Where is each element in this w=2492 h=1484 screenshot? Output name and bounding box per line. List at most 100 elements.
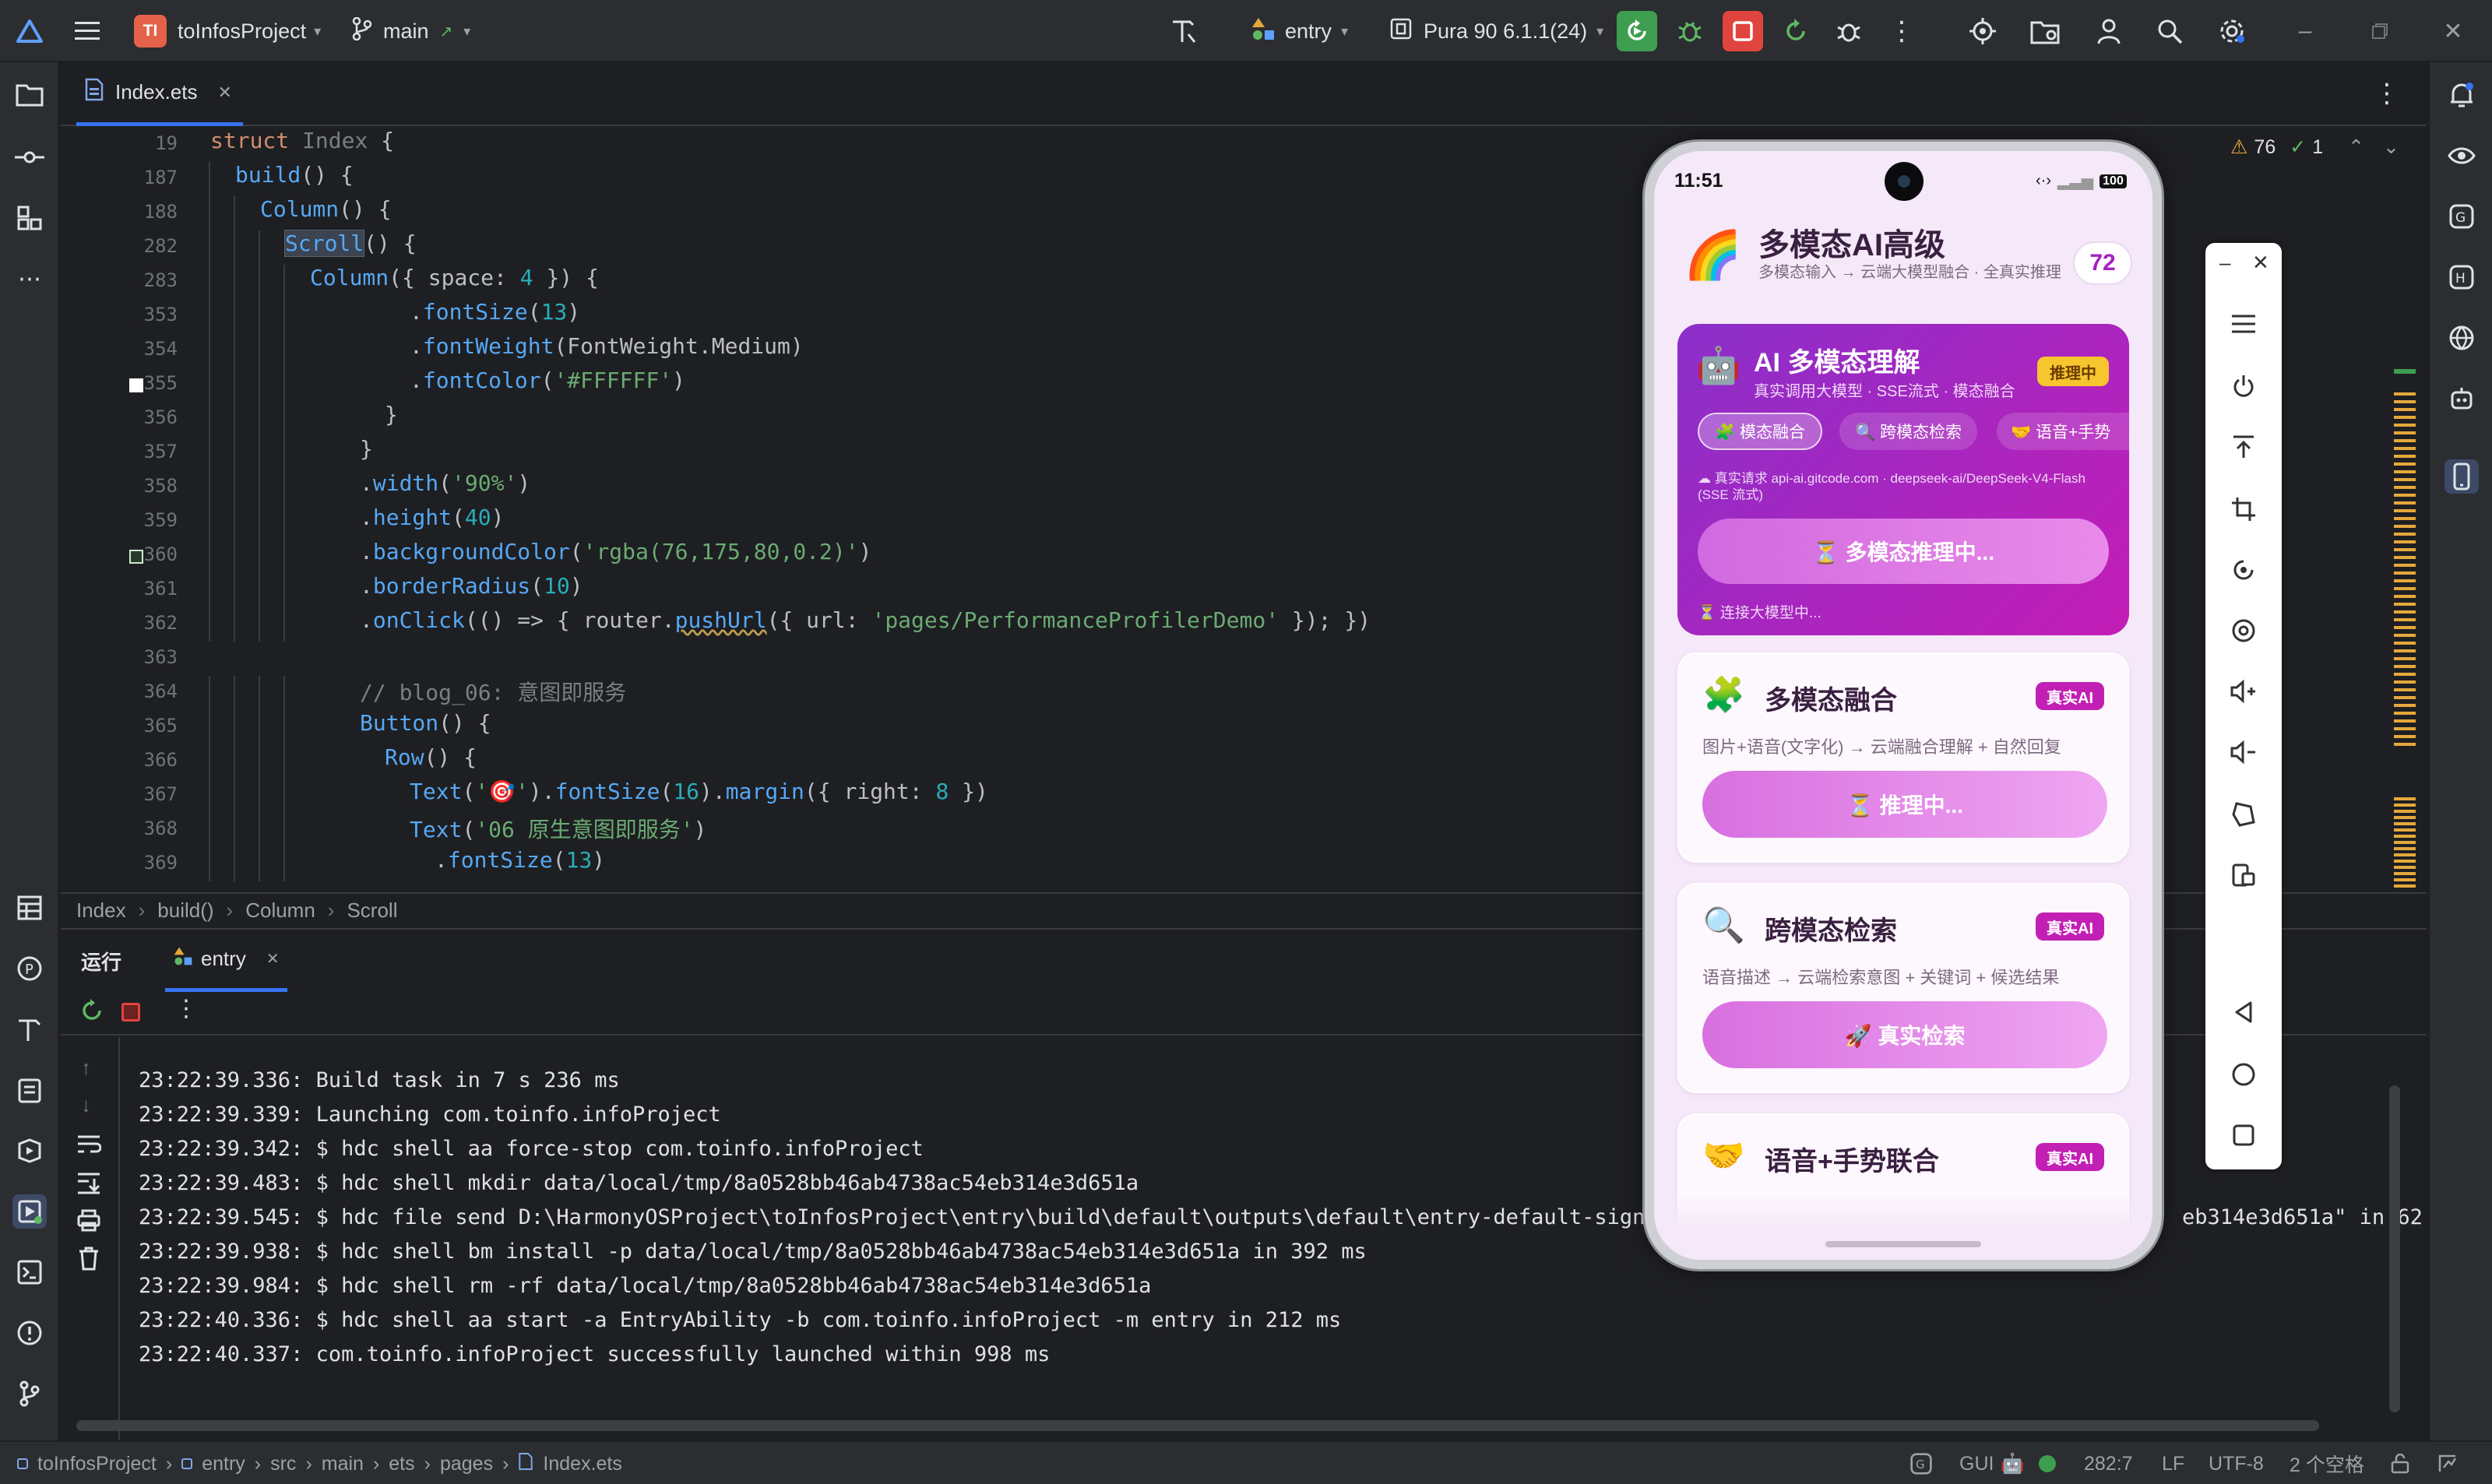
close-tab-icon[interactable]: ✕ bbox=[266, 949, 280, 969]
close-icon[interactable]: ✕ bbox=[2252, 251, 2269, 275]
minimize-window-icon[interactable]: – bbox=[2290, 16, 2321, 47]
minimize-icon[interactable]: – bbox=[2219, 251, 2230, 275]
run-tool-icon[interactable] bbox=[12, 1194, 47, 1229]
services-icon[interactable] bbox=[12, 1134, 47, 1168]
volume-down-icon[interactable] bbox=[2226, 735, 2261, 769]
caret-position[interactable]: 282:7 bbox=[2084, 1442, 2133, 1484]
chip-modal-fusion[interactable]: 🧩 模态融合 bbox=[1698, 413, 1822, 450]
path-project[interactable]: toInfosProject bbox=[37, 1453, 157, 1475]
real-search-button[interactable]: 🚀 真实检索 bbox=[1702, 1001, 2107, 1068]
settings-gear-icon[interactable] bbox=[2216, 16, 2247, 47]
console-horizontal-scrollbar[interactable] bbox=[76, 1420, 2319, 1431]
recents-icon[interactable] bbox=[2226, 1118, 2261, 1152]
memory-icon[interactable] bbox=[2437, 1442, 2458, 1484]
attach-debugger-button[interactable] bbox=[1829, 11, 1869, 51]
close-tab-icon[interactable]: ✕ bbox=[218, 83, 232, 103]
fold-icon[interactable] bbox=[2226, 797, 2261, 832]
editor-error-stripe[interactable] bbox=[2394, 369, 2416, 891]
breadcrumb-item-scroll[interactable]: Scroll bbox=[347, 898, 397, 923]
device-selector[interactable]: Pura 90 6.1.1(24) ▾ bbox=[1389, 0, 1603, 62]
codegenie-status-icon[interactable]: G bbox=[1909, 1442, 1933, 1484]
chip-voice-gesture[interactable]: 🤝 语音+手势 bbox=[1997, 413, 2129, 450]
chevron-down-icon[interactable]: ⌄ bbox=[2383, 135, 2399, 159]
chip-cross-modal-search[interactable]: 🔍 跨模态检索 bbox=[1839, 413, 1977, 450]
more-horizontal-icon[interactable]: ⋯ bbox=[12, 262, 47, 296]
apply-changes-button[interactable] bbox=[1776, 11, 1816, 51]
gui-indicator[interactable]: GUI 🤖 bbox=[1959, 1442, 2025, 1484]
path-entry[interactable]: entry bbox=[202, 1453, 245, 1475]
line-separator[interactable]: LF bbox=[2162, 1442, 2184, 1484]
score-badge[interactable]: 72 bbox=[2073, 241, 2132, 285]
breadcrumb-item-column[interactable]: Column bbox=[245, 898, 315, 923]
phone-screen[interactable]: 11:51 ‹·› ▂▃▅ 100 🌈 多模态AI高级 多模态输入 → 云端大模… bbox=[1654, 151, 2152, 1260]
structure-icon[interactable] bbox=[12, 201, 47, 235]
back-icon[interactable] bbox=[2226, 995, 2261, 1029]
menu-icon[interactable] bbox=[2226, 307, 2261, 341]
close-window-icon[interactable]: ✕ bbox=[2437, 16, 2469, 47]
search-icon[interactable] bbox=[2154, 16, 2185, 47]
todo-icon[interactable] bbox=[12, 1073, 47, 1107]
path-main[interactable]: main bbox=[322, 1453, 364, 1475]
rerun-icon[interactable] bbox=[79, 998, 104, 1027]
path-ets[interactable]: ets bbox=[389, 1453, 414, 1475]
rotate-icon[interactable] bbox=[2226, 553, 2261, 587]
rerun-button[interactable] bbox=[1617, 11, 1657, 51]
notifications-bell-icon[interactable] bbox=[2444, 78, 2479, 112]
restore-window-icon[interactable] bbox=[2364, 16, 2395, 47]
inspection-widget[interactable]: ⚠ 76 ✓ 1 ⌃ ⌄ bbox=[2230, 135, 2399, 159]
project-folder-icon[interactable] bbox=[12, 78, 47, 112]
stop-button[interactable] bbox=[1723, 11, 1763, 51]
tab-options-icon[interactable]: ⋮ bbox=[2374, 78, 2400, 109]
harmony-icon[interactable]: H bbox=[2444, 260, 2479, 294]
problems-icon[interactable] bbox=[12, 1316, 47, 1350]
run-config-selector[interactable]: entry ▾ bbox=[1251, 0, 1348, 62]
terminal-icon[interactable] bbox=[12, 1255, 47, 1289]
codegenie-icon[interactable]: G bbox=[2444, 199, 2479, 234]
more-vertical-icon[interactable]: ⋮ bbox=[1886, 16, 1917, 47]
tab-index-ets[interactable]: Index.ets ✕ bbox=[76, 62, 243, 126]
tab-entry[interactable]: entry ✕ bbox=[165, 930, 287, 992]
path-src[interactable]: src bbox=[270, 1453, 296, 1475]
chevron-up-icon[interactable]: ⌃ bbox=[2348, 135, 2364, 159]
locate-icon[interactable] bbox=[1967, 16, 1998, 47]
color-swatch-icon[interactable] bbox=[129, 378, 143, 392]
profiler-icon[interactable]: P bbox=[12, 951, 47, 986]
preview-eye-icon[interactable] bbox=[2444, 139, 2479, 173]
path-pages[interactable]: pages bbox=[440, 1453, 493, 1475]
color-swatch-icon[interactable] bbox=[129, 550, 143, 564]
globe-icon[interactable] bbox=[2444, 321, 2479, 355]
account-icon[interactable] bbox=[2093, 16, 2124, 47]
fusion-inference-button[interactable]: ⏳ 推理中... bbox=[1702, 771, 2107, 838]
app-logo-icon[interactable] bbox=[14, 16, 45, 47]
home-indicator[interactable] bbox=[1825, 1241, 1981, 1247]
table-icon[interactable] bbox=[12, 891, 47, 925]
build-icon[interactable] bbox=[12, 1012, 47, 1046]
branch-switcher[interactable]: main ↗ ▾ bbox=[352, 0, 470, 62]
volume-up-icon[interactable] bbox=[2226, 674, 2261, 709]
multimodal-inference-button[interactable]: ⏳ 多模态推理中... bbox=[1698, 519, 2109, 584]
console-vertical-scrollbar[interactable] bbox=[2389, 1085, 2400, 1412]
commit-icon[interactable] bbox=[12, 140, 47, 174]
run-panel-title[interactable]: 运行 bbox=[81, 947, 121, 976]
power-icon[interactable] bbox=[2226, 369, 2261, 403]
unlock-icon[interactable] bbox=[2391, 1442, 2409, 1484]
robot-icon[interactable] bbox=[2444, 382, 2479, 416]
crop-icon[interactable] bbox=[2226, 492, 2261, 526]
project-switcher[interactable]: TI toInfosProject ▾ bbox=[134, 0, 321, 62]
path-file[interactable]: Index.ets bbox=[543, 1453, 621, 1475]
file-encoding[interactable]: UTF-8 bbox=[2209, 1442, 2264, 1484]
more-vertical-icon[interactable]: ⋮ bbox=[174, 995, 198, 1022]
upload-icon[interactable] bbox=[2226, 430, 2261, 464]
multi-device-icon[interactable] bbox=[2226, 858, 2261, 892]
home-icon[interactable] bbox=[2226, 1057, 2261, 1092]
debug-button[interactable] bbox=[1670, 11, 1710, 51]
breadcrumb-item-index[interactable]: Index bbox=[76, 898, 126, 923]
breadcrumb-item-build[interactable]: build() bbox=[157, 898, 213, 923]
stop-icon[interactable] bbox=[121, 1003, 140, 1022]
main-menu-icon[interactable] bbox=[72, 16, 103, 47]
build-hammer-icon[interactable] bbox=[1168, 16, 1199, 47]
version-control-icon[interactable] bbox=[12, 1377, 47, 1411]
device-manager-icon[interactable] bbox=[2029, 16, 2061, 47]
emulator-phone-icon[interactable] bbox=[2444, 459, 2479, 494]
screen-record-icon[interactable] bbox=[2226, 614, 2261, 648]
